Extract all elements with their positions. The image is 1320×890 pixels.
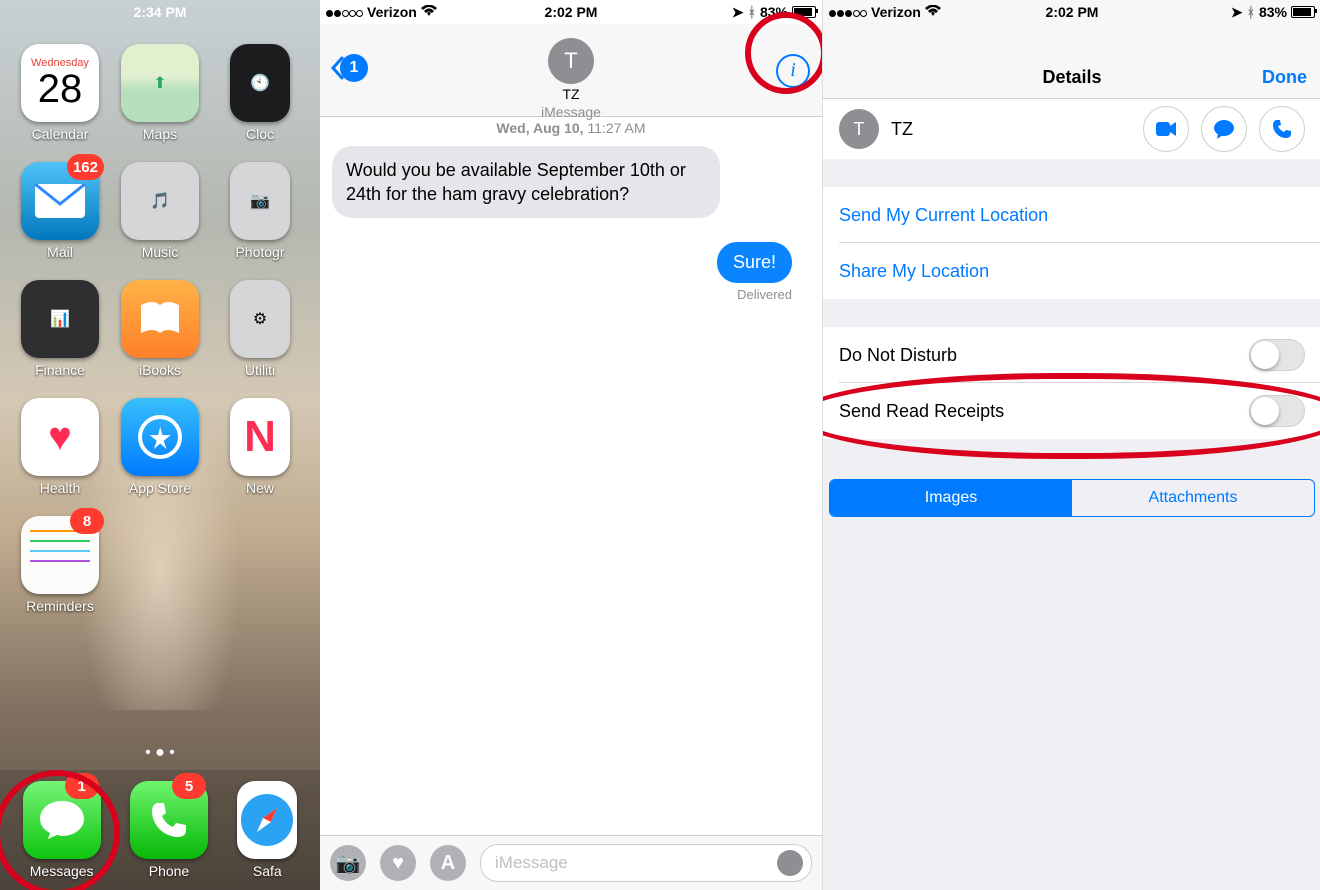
call-button[interactable]	[1259, 106, 1305, 152]
contact-name: TZ	[891, 119, 913, 140]
app-calendar[interactable]: Wednesday28 Calendar	[14, 44, 106, 142]
thread-timestamp: iMessage Wed, Aug 10, 11:27 AM	[320, 104, 822, 136]
badge: 8	[70, 508, 104, 534]
status-time: 2:02 PM	[823, 4, 1320, 20]
app-reminders[interactable]: 8 Reminders	[14, 516, 106, 614]
page-indicator: • ● •	[0, 744, 320, 762]
delivered-label: Delivered	[320, 283, 822, 302]
app-news[interactable]: NNew	[214, 398, 306, 496]
status-bar: Verizon 2:02 PM ➤ ᚼ 83%	[320, 0, 822, 24]
details-header: Details Done	[823, 24, 1320, 99]
incoming-message-bubble[interactable]: Would you be available September 10th or…	[332, 146, 720, 218]
app-finance[interactable]: 📊Finance	[14, 280, 106, 378]
contact-row[interactable]: T TZ	[823, 99, 1320, 159]
bluetooth-icon: ᚼ	[748, 4, 756, 20]
send-read-receipts-row: Send Read Receipts	[823, 383, 1320, 439]
badge: 162	[67, 154, 104, 180]
camera-icon[interactable]: 📷	[330, 845, 366, 881]
home-screen-pane: Verizon 2:34 PM Wednesday28 Calendar ⬆︎M…	[0, 0, 320, 890]
attachments-segmented-control[interactable]: Images Attachments	[829, 479, 1315, 517]
app-ibooks[interactable]: iBooks	[114, 280, 206, 378]
input-placeholder: iMessage	[495, 853, 568, 873]
imessage-pane: Verizon 2:02 PM ➤ ᚼ 83% 1 T TZ i iMessag…	[320, 0, 823, 890]
message-input[interactable]: iMessage	[480, 844, 812, 882]
facetime-button[interactable]	[1143, 106, 1189, 152]
app-clock[interactable]: 🕙Cloc	[214, 44, 306, 142]
app-photography[interactable]: 📷Photogr	[214, 162, 306, 260]
segment-attachments[interactable]: Attachments	[1072, 480, 1314, 516]
bluetooth-icon: ᚼ	[1247, 4, 1255, 20]
details-pane: Verizon 2:02 PM ➤ ᚼ 83% Details Done T T…	[823, 0, 1320, 890]
back-button[interactable]: 1	[330, 54, 368, 82]
dock-phone[interactable]: 5 Phone	[130, 781, 208, 879]
send-read-receipts-toggle[interactable]	[1249, 395, 1305, 427]
details-title: Details	[1042, 67, 1101, 88]
battery-icon	[1291, 6, 1315, 18]
outgoing-message-bubble[interactable]: Sure!	[717, 242, 792, 283]
unread-badge: 1	[340, 54, 368, 82]
app-appstore[interactable]: App Store	[114, 398, 206, 496]
dock: 1 Messages 5 Phone Safa	[0, 770, 320, 890]
app-health[interactable]: ♥︎Health	[14, 398, 106, 496]
app-mail[interactable]: 162 Mail	[14, 162, 106, 260]
contact-avatar[interactable]: T	[548, 38, 594, 84]
do-not-disturb-row: Do Not Disturb	[823, 327, 1320, 383]
dock-safari[interactable]: Safa	[237, 781, 297, 879]
dock-messages[interactable]: 1 Messages	[23, 781, 101, 879]
app-music[interactable]: 🎵Music	[114, 162, 206, 260]
status-bar: Verizon 2:02 PM ➤ ᚼ 83%	[823, 0, 1320, 24]
contact-avatar: T	[839, 109, 879, 149]
share-my-location-button[interactable]: Share My Location	[823, 243, 1320, 299]
do-not-disturb-toggle[interactable]	[1249, 339, 1305, 371]
app-utilities[interactable]: ⚙︎Utiliti	[214, 280, 306, 378]
battery-icon	[792, 6, 816, 18]
message-button[interactable]	[1201, 106, 1247, 152]
badge: 1	[65, 773, 99, 799]
app-maps[interactable]: ⬆︎Maps	[114, 44, 206, 142]
send-current-location-button[interactable]: Send My Current Location	[823, 187, 1320, 243]
badge: 5	[172, 773, 206, 799]
status-time: 2:34 PM	[0, 4, 320, 20]
apps-icon[interactable]: A	[430, 845, 466, 881]
microphone-icon[interactable]	[777, 850, 803, 876]
segment-images[interactable]: Images	[830, 480, 1072, 516]
compose-bar: 📷 ♥︎ A iMessage	[320, 835, 822, 890]
done-button[interactable]: Done	[1262, 67, 1307, 88]
digital-touch-icon[interactable]: ♥︎	[380, 845, 416, 881]
info-button[interactable]: i	[776, 54, 810, 88]
